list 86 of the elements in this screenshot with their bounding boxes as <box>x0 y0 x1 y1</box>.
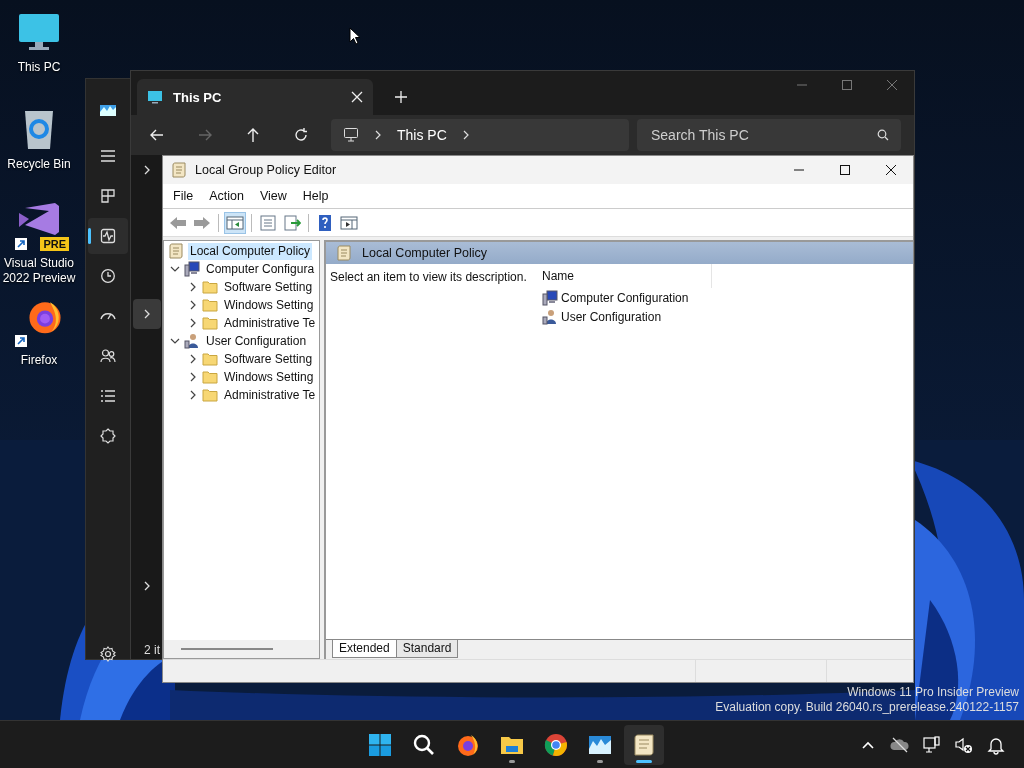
watermark-text: Windows 11 Pro Insider Preview <box>847 685 1019 700</box>
breadcrumb-item[interactable]: This PC <box>397 127 447 143</box>
pane-toggle-icon[interactable] <box>224 211 246 234</box>
chevron-icon <box>142 581 152 591</box>
user-icon <box>184 333 200 349</box>
tree-item[interactable]: Administrative Te <box>222 386 318 404</box>
chevron-icon[interactable] <box>188 282 198 292</box>
chevron-icon[interactable] <box>188 372 198 382</box>
new-tab-icon[interactable] <box>395 91 407 103</box>
visual-studio-icon[interactable] <box>17 202 61 236</box>
folder-icon <box>202 315 218 331</box>
tree-item[interactable]: Computer Configura <box>204 260 317 278</box>
maximize-icon[interactable] <box>839 164 851 176</box>
tree-item[interactable]: Windows Setting <box>222 368 316 386</box>
menu-icon <box>100 148 116 164</box>
grid-icon <box>100 188 116 204</box>
history-icon <box>100 268 116 284</box>
chevron-icon <box>373 130 383 140</box>
nav-item[interactable] <box>88 218 128 254</box>
menu-item[interactable]: Action <box>209 189 244 203</box>
chevron-icon[interactable] <box>188 300 198 310</box>
list-item[interactable]: User Configuration <box>561 309 662 324</box>
scroll-icon[interactable] <box>624 724 664 765</box>
desktop-icon-label[interactable]: Firefox <box>20 353 58 368</box>
description-text: Select an item to view its description. <box>330 270 527 284</box>
monitor-icon <box>343 127 359 143</box>
user-icon <box>542 308 558 325</box>
network-icon[interactable] <box>922 734 942 755</box>
folder-icon <box>202 279 218 295</box>
monitor-icon <box>147 89 163 105</box>
menu-item[interactable]: Help <box>302 189 329 203</box>
chart-icon <box>100 102 116 118</box>
firefox-icon[interactable] <box>27 299 63 335</box>
computer-icon <box>542 289 558 306</box>
tree-item[interactable]: User Configuration <box>204 332 309 350</box>
scrollbar-thumb[interactable] <box>181 648 273 650</box>
list-item[interactable]: Computer Configuration <box>561 290 689 305</box>
chevron-icon <box>142 165 152 175</box>
desktop-icon-label[interactable]: Visual Studio 2022 Preview <box>0 256 78 286</box>
chevron-icon[interactable] <box>188 390 198 400</box>
close-icon[interactable] <box>885 164 897 176</box>
gear-outline-icon <box>100 428 116 444</box>
scroll-icon <box>336 245 352 261</box>
folder-icon <box>202 387 218 403</box>
search-field[interactable]: Search This PC <box>637 119 901 151</box>
users-icon <box>100 348 116 364</box>
tab-title: This PC <box>173 89 223 105</box>
chevron-icon[interactable] <box>170 264 180 274</box>
menu-item[interactable]: File <box>173 189 194 203</box>
watermark-text: Evaluation copy. Build 26040.rs_prerelease.240122-1157 <box>715 700 1019 715</box>
scroll-icon <box>168 243 184 259</box>
computer-icon <box>184 261 200 277</box>
tab[interactable]: Standard <box>395 640 459 658</box>
menu-item[interactable]: View <box>259 189 287 203</box>
tree-item[interactable]: Local Computer Policy <box>188 242 313 260</box>
up-arrow-icon[interactable] <box>245 127 261 143</box>
folder-icon <box>202 297 218 313</box>
tree-item[interactable]: Software Setting <box>222 350 315 368</box>
chevron-icon[interactable] <box>188 354 198 364</box>
preview-badge: PRE <box>40 237 69 251</box>
search-icon <box>877 129 889 141</box>
chevron-icon[interactable] <box>188 318 198 328</box>
folder-icon <box>202 351 218 367</box>
cursor-icon <box>349 27 361 45</box>
chevron-icon[interactable] <box>170 336 180 346</box>
pane-title: Local Computer Policy <box>362 246 488 260</box>
address-bar[interactable]: This PC <box>331 119 629 151</box>
tree-item[interactable]: Windows Setting <box>222 296 316 314</box>
folder-icon <box>202 369 218 385</box>
pulse-icon <box>100 228 116 244</box>
settings-icon <box>100 646 116 662</box>
desktop-icon-label[interactable]: This PC <box>17 60 61 75</box>
tree-item[interactable]: Administrative Te <box>222 314 318 332</box>
back-arrow-icon[interactable] <box>149 127 165 143</box>
tab[interactable]: This PC <box>137 79 373 115</box>
chevron-icon <box>142 309 152 319</box>
status-text: 2 it <box>144 643 160 657</box>
desktop-icon-label[interactable]: Recycle Bin <box>7 157 71 172</box>
tab[interactable]: Extended <box>332 640 397 658</box>
column-header[interactable]: Name <box>542 269 574 283</box>
scroll-icon <box>171 162 187 178</box>
window-title: Local Group Policy Editor <box>195 163 338 177</box>
list-icon <box>100 388 116 404</box>
refresh-icon[interactable] <box>293 127 309 143</box>
expand-row[interactable] <box>133 299 161 329</box>
tree-item[interactable]: Software Setting <box>222 278 315 296</box>
